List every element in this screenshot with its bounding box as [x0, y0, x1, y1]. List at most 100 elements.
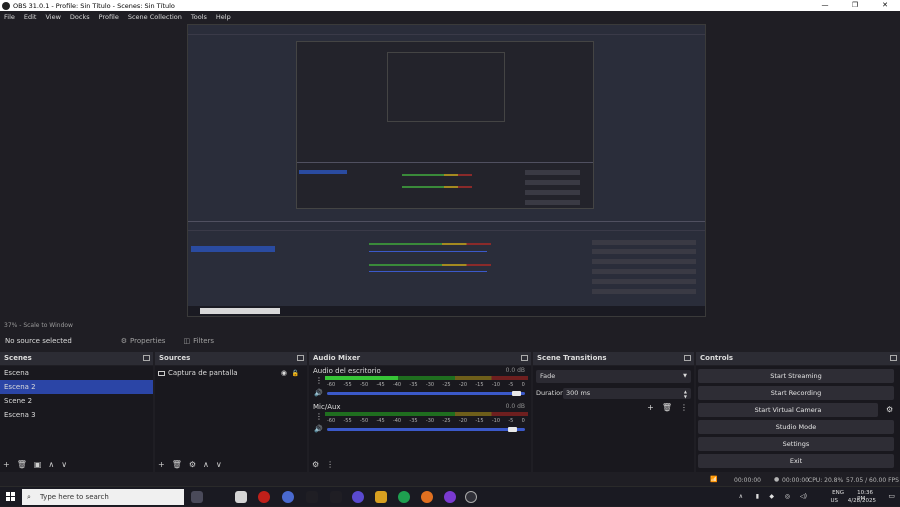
preview-ctrl-3: [592, 259, 696, 264]
scale-label: -5: [508, 418, 514, 424]
trash-icon[interactable]: 🗑: [662, 403, 672, 412]
notifications-icon[interactable]: ▭: [888, 492, 895, 500]
speaker-icon[interactable]: 🔊: [314, 425, 323, 433]
move-up-icon[interactable]: ∧: [48, 460, 54, 469]
menu-view[interactable]: View: [45, 13, 60, 21]
opera-icon[interactable]: [258, 491, 270, 503]
nested-ctrl-4: [525, 200, 580, 205]
menu-scene-collection[interactable]: Scene Collection: [128, 13, 182, 21]
program-preview[interactable]: [187, 24, 706, 317]
close-icon[interactable]: ✕: [870, 0, 900, 11]
add-icon[interactable]: +: [3, 460, 10, 469]
undock-icon[interactable]: [890, 355, 897, 361]
controls-body: Start Streaming Start Recording Start Vi…: [696, 366, 900, 472]
preview-ctrl-4: [592, 269, 696, 274]
trash-icon[interactable]: 🗑: [17, 460, 27, 469]
app-icon[interactable]: [444, 491, 456, 503]
start-streaming-button[interactable]: Start Streaming: [698, 369, 894, 383]
move-up-icon[interactable]: ∧: [203, 460, 209, 469]
gear-icon[interactable]: ⚙: [886, 405, 893, 414]
blender-icon[interactable]: [421, 491, 433, 503]
stream-time: 00:00:00: [734, 477, 761, 484]
tray-icon[interactable]: ◎: [785, 493, 790, 500]
start-virtual-camera-button[interactable]: Start Virtual Camera: [698, 403, 878, 417]
undock-icon[interactable]: [684, 355, 691, 361]
volume-slider-knob[interactable]: [508, 427, 518, 432]
scale-label: -60: [327, 418, 336, 424]
sources-dock: Sources Captura de pantalla ◉ 🔓 + 🗑 ⚙ ∧ …: [155, 352, 307, 472]
add-icon[interactable]: +: [158, 460, 165, 469]
gear-icon[interactable]: ⚙: [189, 460, 196, 469]
app-icon[interactable]: [306, 491, 318, 503]
scene-item[interactable]: Escena: [0, 366, 153, 380]
menu-tools[interactable]: Tools: [191, 13, 207, 21]
kebab-menu-icon[interactable]: ⋮: [680, 403, 688, 412]
channel-name: Audio del escritorio: [313, 367, 381, 375]
volume-icon[interactable]: ◁): [800, 493, 807, 500]
lock-icon[interactable]: 🔓: [292, 370, 299, 377]
duration-spinbox[interactable]: 300 ms ▲ ▼: [563, 388, 691, 399]
clock-date[interactable]: 4/28/2025: [848, 498, 876, 504]
db-scale: -60 -55 -50 -45 -40 -35 -30 -25 -20 -15 -10 -5 0: [327, 382, 525, 388]
scale-label: -10: [491, 418, 501, 424]
source-item[interactable]: Captura de pantalla ◉ 🔓: [155, 366, 307, 380]
kebab-menu-icon[interactable]: ⋮: [315, 376, 323, 385]
advanced-audio-icon[interactable]: ⚙: [312, 460, 319, 469]
scene-item[interactable]: Scene 2: [0, 394, 153, 408]
capcut-icon[interactable]: [235, 491, 247, 503]
windows-start-icon[interactable]: [6, 492, 15, 501]
volume-slider-knob[interactable]: [512, 391, 522, 396]
menu-profile[interactable]: Profile: [99, 13, 119, 21]
kebab-menu-icon[interactable]: ⋮: [326, 460, 334, 469]
region-label[interactable]: US: [830, 498, 838, 504]
undock-icon[interactable]: [521, 355, 528, 361]
tray-icon[interactable]: ◆: [769, 493, 774, 500]
scene-item[interactable]: Escena 3: [0, 408, 153, 422]
speaker-icon[interactable]: 🔊: [314, 389, 323, 397]
move-down-icon[interactable]: ∨: [216, 460, 222, 469]
menu-help[interactable]: Help: [216, 13, 231, 21]
mixer-channel: Mic/Aux 0.0 dB ⋮ -60 -55 -50 -45 -40 -35 -30 -2…: [309, 402, 531, 438]
app-icon[interactable]: [330, 491, 342, 503]
properties-button[interactable]: ⚙ Properties: [121, 337, 166, 345]
volume-slider[interactable]: [327, 427, 525, 432]
maximize-icon[interactable]: ❐: [840, 0, 870, 11]
preview-selected-scene: [191, 246, 275, 252]
obs-taskbar-icon[interactable]: [465, 491, 477, 503]
start-recording-button[interactable]: Start Recording: [698, 386, 894, 400]
tray-icon[interactable]: ▮: [756, 493, 759, 500]
audio-mixer-dock: Audio Mixer Audio del escritorio 0.0 dB …: [309, 352, 531, 472]
transition-select[interactable]: Fade ▼: [536, 370, 691, 383]
scale-label: -5: [508, 382, 514, 388]
menu-edit[interactable]: Edit: [24, 13, 37, 21]
move-down-icon[interactable]: ∨: [61, 460, 67, 469]
preview-ctrl-1: [592, 240, 696, 245]
chevron-up-icon[interactable]: ∧: [739, 493, 743, 500]
task-view-icon[interactable]: [191, 491, 203, 503]
menu-file[interactable]: File: [4, 13, 15, 21]
eye-icon[interactable]: ◉: [281, 369, 287, 377]
taskbar-search[interactable]: ⌕ Type here to search: [22, 489, 184, 505]
exit-button[interactable]: Exit: [698, 454, 894, 468]
kebab-menu-icon[interactable]: ⋮: [315, 412, 323, 421]
scene-item[interactable]: Escena 2: [0, 380, 153, 394]
trash-icon[interactable]: 🗑: [172, 460, 182, 469]
add-icon[interactable]: +: [647, 403, 654, 412]
transition-buttons: + 🗑 ⋮: [647, 403, 688, 412]
settings-button[interactable]: Settings: [698, 437, 894, 451]
discord-icon[interactable]: [282, 491, 294, 503]
preview-meter-1: [369, 243, 491, 245]
filter-icon[interactable]: ▣: [34, 460, 42, 469]
volume-slider[interactable]: [327, 391, 525, 396]
minimize-icon[interactable]: —: [810, 0, 840, 11]
filters-button[interactable]: ◫ Filters: [183, 337, 214, 345]
undock-icon[interactable]: [143, 355, 150, 361]
vpn-icon[interactable]: [352, 491, 364, 503]
studio-mode-button[interactable]: Studio Mode: [698, 420, 894, 434]
menu-docks[interactable]: Docks: [70, 13, 90, 21]
undock-icon[interactable]: [297, 355, 304, 361]
language-label[interactable]: ENG: [832, 490, 844, 496]
preview-status[interactable]: 37% - Scale to Window: [0, 320, 900, 331]
xbox-icon[interactable]: [398, 491, 410, 503]
brave-icon[interactable]: [375, 491, 387, 503]
